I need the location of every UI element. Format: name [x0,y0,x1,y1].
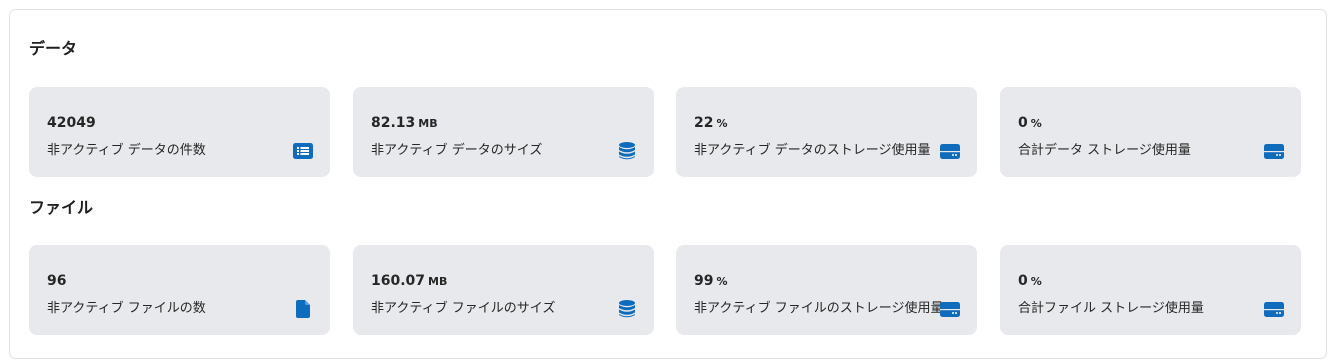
card-value: 99% [694,273,728,289]
inactive-storage-panel: データ 42049 非アクティブ データの件数 82.13 MB 非アクティブ デ… [9,9,1327,359]
storage-drive-icon [1264,141,1284,161]
card-inactive-file-size: 160.07 MB 非アクティブ ファイルのサイズ [353,245,654,335]
card-inactive-file-storage: 99% 非アクティブ ファイルのストレージ使用量 [676,245,977,335]
storage-drive-icon [1264,299,1284,319]
card-total-data-storage: 0% 合計データ ストレージ使用量 [1000,87,1301,177]
section-title-data: データ [29,39,78,58]
card-label: 非アクティブ データの件数 [47,143,206,158]
card-value: 42049 [47,115,96,131]
card-value: 22% [694,115,728,131]
card-value: 96 [47,273,67,289]
card-label: 合計ファイル ストレージ使用量 [1018,301,1204,316]
database-icon [617,141,637,161]
card-value: 82.13 MB [371,115,438,131]
card-label: 非アクティブ データのサイズ [371,143,543,158]
card-value: 0% [1018,115,1042,131]
card-total-file-storage: 0% 合計ファイル ストレージ使用量 [1000,245,1301,335]
card-value: 160.07 MB [371,273,448,289]
database-icon [617,299,637,319]
card-label: 非アクティブ ファイルの数 [47,301,206,316]
card-label: 非アクティブ ファイルのストレージ使用量 [694,301,944,316]
card-inactive-data-storage: 22% 非アクティブ データのストレージ使用量 [676,87,977,177]
section-title-files: ファイル [29,198,94,217]
storage-drive-icon [940,141,960,161]
card-label: 非アクティブ データのストレージ使用量 [694,143,931,158]
card-inactive-data-size: 82.13 MB 非アクティブ データのサイズ [353,87,654,177]
list-icon [293,141,313,161]
card-inactive-file-count: 96 非アクティブ ファイルの数 [29,245,330,335]
storage-drive-icon [940,299,960,319]
card-label: 合計データ ストレージ使用量 [1018,143,1191,158]
card-label: 非アクティブ ファイルのサイズ [371,301,556,316]
card-inactive-data-count: 42049 非アクティブ データの件数 [29,87,330,177]
file-icon [293,299,313,319]
card-value: 0% [1018,273,1042,289]
